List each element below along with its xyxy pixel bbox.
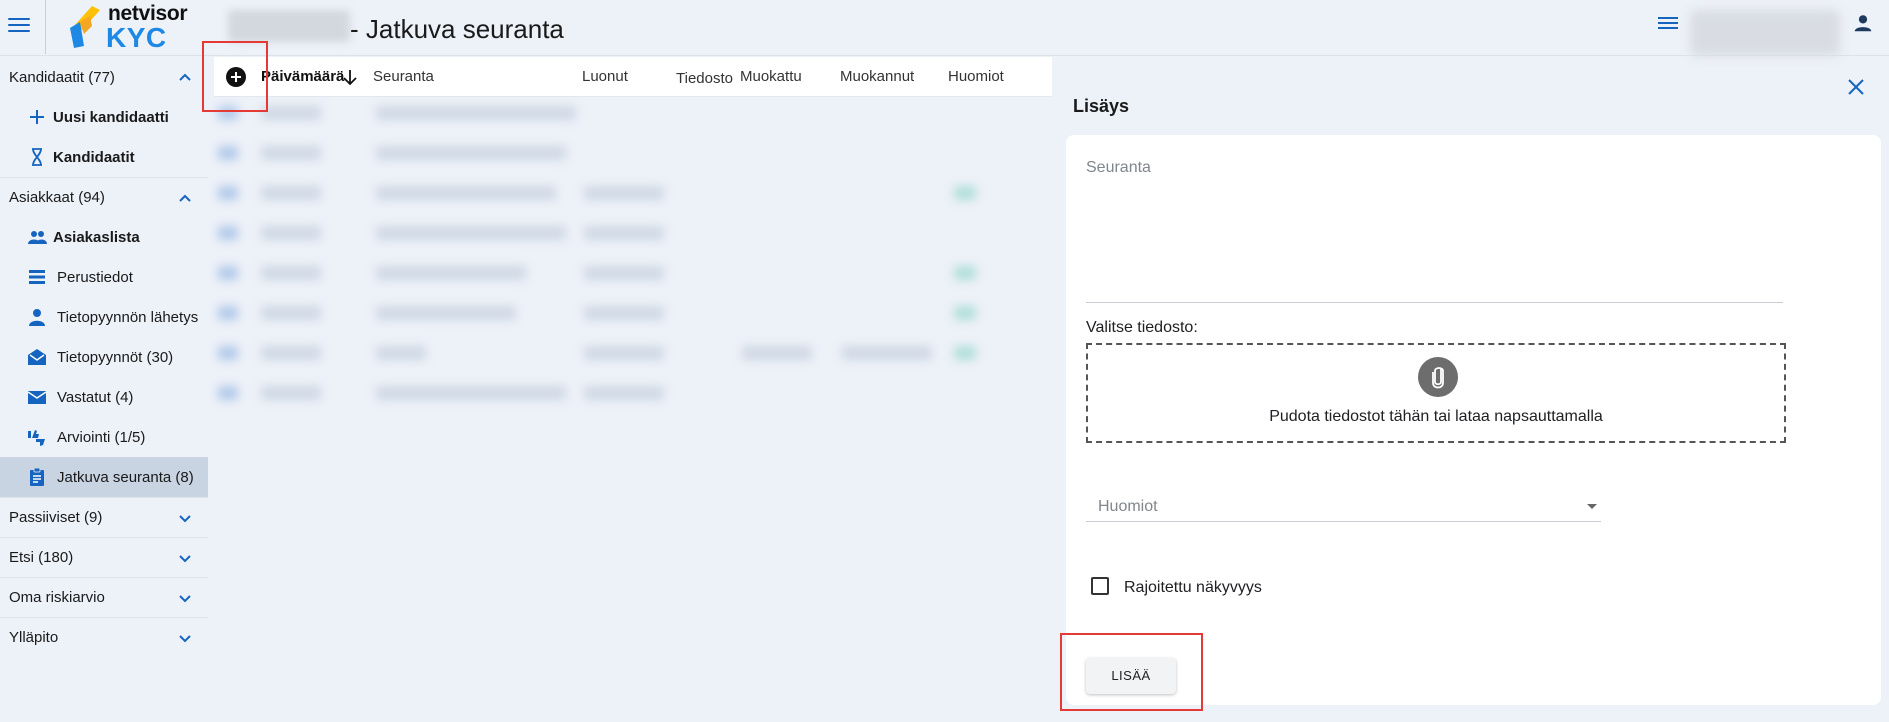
clipboard-icon (30, 467, 44, 486)
top-bar: netvisor KYC - Jatkuva seuranta (0, 0, 1889, 56)
logo[interactable]: netvisor KYC (66, 2, 196, 53)
divider (45, 0, 46, 54)
add-circle-icon[interactable] (226, 67, 246, 87)
sidebar-item-label: Jatkuva seuranta (8) (57, 468, 194, 486)
close-icon[interactable] (1846, 77, 1866, 97)
panel-title: Lisäys (1073, 96, 1130, 116)
sidebar-item-arviointi[interactable]: Arviointi (1/5) (0, 417, 208, 457)
paperclip-icon (1418, 357, 1458, 397)
nav-group-passiiviset[interactable]: Passiiviset (9) (0, 497, 208, 537)
column-header-paivamaara[interactable]: Päivämäärä (261, 68, 344, 85)
top-menu-icon[interactable] (1658, 14, 1678, 34)
nav-group-label: Passiiviset (9) (9, 509, 103, 526)
menu-icon[interactable] (8, 14, 30, 36)
page-title: - Jatkuva seuranta (350, 14, 564, 44)
column-header-seuranta[interactable]: Seuranta (373, 68, 434, 85)
chevron-up-icon (179, 194, 191, 202)
redacted-customer-name (228, 10, 350, 42)
add-button[interactable]: LISÄÄ (1086, 658, 1176, 694)
list-icon (29, 270, 45, 284)
sidebar-item-label: Kandidaatit (53, 148, 135, 166)
chevron-down-icon (179, 555, 191, 563)
nav-group-label: Kandidaatit (77) (9, 68, 115, 86)
sidebar-item-jatkuva-seuranta[interactable]: Jatkuva seuranta (8) (0, 457, 208, 497)
chevron-down-icon (179, 595, 191, 603)
open-mail-icon (28, 349, 46, 365)
file-dropzone[interactable]: Pudota tiedostot tähän tai lataa napsaut… (1086, 343, 1786, 443)
person-icon (29, 309, 45, 326)
sidebar-item-label: Vastatut (4) (57, 388, 134, 406)
dropdown-caret-icon (1587, 504, 1597, 509)
nav-group-label: Etsi (180) (9, 549, 74, 566)
sidebar-item-tietopyynnot[interactable]: Tietopyynnöt (30) (0, 337, 208, 377)
checkbox-label: Rajoitettu näkyvyys (1124, 579, 1262, 596)
nav-group-asiakkaat[interactable]: Asiakkaat (94) (0, 177, 208, 217)
nav-group-label: Ylläpito (9, 629, 59, 646)
nav-group-oma-riskiarvio[interactable]: Oma riskiarvio (0, 577, 208, 617)
arrow-down-icon[interactable] (342, 68, 358, 86)
add-form-card: Seuranta Valitse tiedosto: Pudota tiedos… (1066, 135, 1881, 705)
dropzone-text: Pudota tiedostot tähän tai lataa napsaut… (1269, 408, 1603, 425)
sidebar-item-uusi-kandidaatti[interactable]: Uusi kandidaatti (0, 97, 208, 137)
seuranta-placeholder: Seuranta (1086, 159, 1151, 176)
huomiot-select[interactable]: Huomiot (1086, 490, 1601, 522)
nav-group-label: Oma riskiarvio (9, 589, 105, 606)
sidebar-item-label: Tietopyynnön lähetys (57, 308, 199, 326)
mail-icon (27, 391, 47, 404)
redacted-table-rows (216, 100, 1052, 420)
chevron-up-icon (179, 73, 191, 81)
column-header-muokattu[interactable]: Muokattu (740, 68, 802, 85)
sidebar-item-vastatut[interactable]: Vastatut (4) (0, 377, 208, 417)
chevron-down-icon (179, 635, 191, 643)
sidebar-item-perustiedot[interactable]: Perustiedot (0, 257, 208, 297)
thumbs-up-down-icon (28, 430, 45, 446)
file-label: Valitse tiedosto: (1086, 319, 1198, 336)
nav-group-etsi[interactable]: Etsi (180) (0, 537, 208, 577)
sidebar-item-tietopyynnon-lahetys[interactable]: Tietopyynnön lähetys (0, 297, 208, 337)
sidebar-item-label: Arviointi (1/5) (57, 428, 146, 446)
plus-icon (30, 110, 44, 124)
table-header: Päivämäärä Seuranta Luonut Tiedosto Muok… (214, 57, 1052, 97)
nav-group-label: Asiakkaat (94) (9, 189, 105, 206)
brand-product: KYC (106, 22, 167, 53)
sidebar-item-label: Tietopyynnöt (30) (57, 348, 174, 366)
redacted-user-info (1690, 10, 1840, 56)
seuranta-textarea[interactable]: Seuranta (1086, 159, 1783, 303)
restricted-visibility-checkbox[interactable] (1091, 577, 1109, 595)
column-header-tiedosto[interactable]: Tiedosto (676, 70, 733, 87)
column-header-luonut[interactable]: Luonut (582, 68, 628, 85)
logo-mark-icon (70, 6, 100, 48)
nav-group-yllapito[interactable]: Ylläpito (0, 617, 208, 657)
nav-group-kandidaatit[interactable]: Kandidaatit (77) (0, 57, 208, 97)
huomiot-placeholder: Huomiot (1098, 498, 1158, 515)
chevron-down-icon (179, 515, 191, 523)
sidebar-item-kandidaatit[interactable]: Kandidaatit (0, 137, 208, 177)
sidebar-item-asiakaslista[interactable]: Asiakaslista (0, 217, 208, 257)
column-header-muokannut[interactable]: Muokannut (840, 68, 914, 85)
hourglass-icon (32, 148, 42, 166)
sidebar-item-label: Perustiedot (57, 268, 133, 286)
sidebar: Kandidaatit (77) Uusi kandidaatti Kandid… (0, 57, 208, 722)
people-icon (28, 231, 47, 244)
column-header-huomiot[interactable]: Huomiot (948, 68, 1004, 85)
sidebar-item-label: Asiakaslista (53, 228, 140, 246)
sidebar-item-label: Uusi kandidaatti (53, 108, 169, 126)
user-account-icon[interactable] (1852, 12, 1874, 34)
